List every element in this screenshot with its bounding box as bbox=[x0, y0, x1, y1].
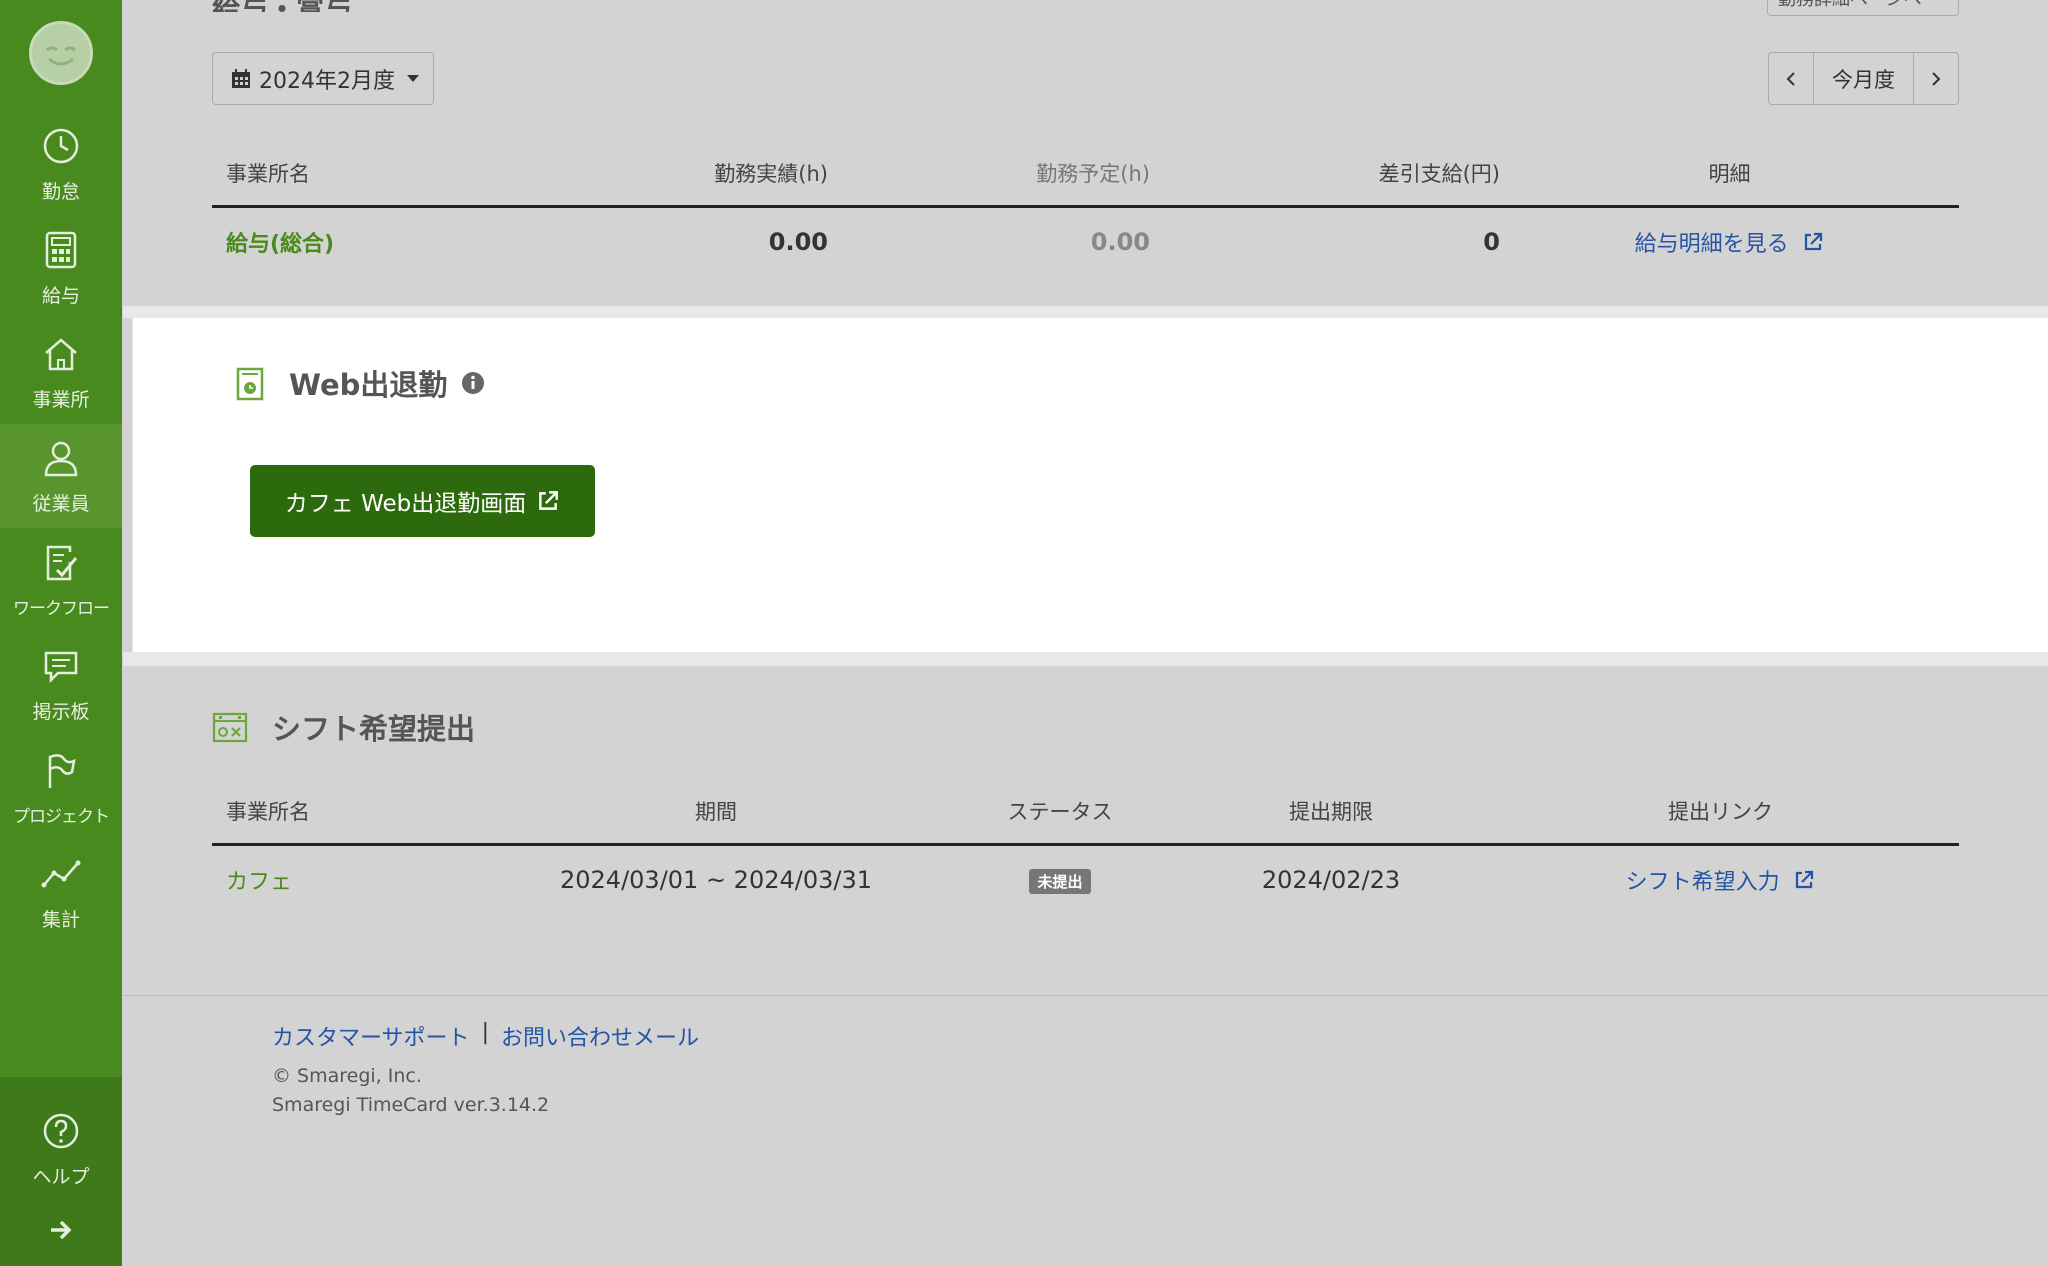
timecard-icon bbox=[236, 367, 264, 401]
row-actual-hours: 0.00 bbox=[768, 227, 828, 256]
row-net-pay: 0 bbox=[1483, 227, 1500, 256]
col-status: ステータス bbox=[940, 780, 1180, 846]
sidebar-item-label: プロジェクト bbox=[13, 806, 110, 827]
avatar[interactable] bbox=[29, 21, 93, 85]
col-actual-hours: 勤務実績(h) bbox=[562, 142, 828, 208]
sidebar-item-label: 事業所 bbox=[32, 388, 90, 411]
table-row: 給与(総合) 0.00 0.00 0 給与明細を見る bbox=[212, 206, 1959, 276]
col-submit-link: 提出リンク bbox=[1482, 780, 1959, 846]
chevron-left-icon bbox=[1786, 71, 1795, 86]
shift-request-link[interactable]: シフト希望入力 bbox=[1482, 844, 1959, 914]
row-planned-hours: 0.00 bbox=[1090, 227, 1150, 256]
sidebar-item-label: 従業員 bbox=[32, 492, 90, 515]
sidebar-item-summary[interactable]: 集計 bbox=[0, 840, 122, 944]
calendar-icon bbox=[232, 68, 250, 88]
line-chart-icon bbox=[41, 860, 81, 887]
clock-icon bbox=[43, 128, 79, 163]
calculator-icon bbox=[45, 231, 77, 268]
col-detail: 明細 bbox=[1500, 142, 1959, 208]
footer-copy: © Smaregi, Inc. Smaregi TimeCard ver.3.1… bbox=[272, 1062, 549, 1120]
next-month-button[interactable] bbox=[1914, 53, 1958, 104]
month-pager: 今月度 bbox=[1768, 52, 1959, 105]
sidebar-item-label: 集計 bbox=[41, 908, 80, 931]
contact-mail-link[interactable]: お問い合わせメール bbox=[501, 1020, 699, 1052]
shift-title-text: シフト希望提出 bbox=[272, 712, 476, 746]
col-net-pay: 差引支給(円) bbox=[1150, 142, 1500, 208]
chevron-down-icon bbox=[407, 75, 419, 82]
sidebar-item-payroll[interactable]: 給与 bbox=[0, 216, 122, 320]
status-badge: 未提出 bbox=[1029, 869, 1091, 895]
external-link-icon bbox=[1796, 870, 1814, 888]
row-status: 未提出 bbox=[940, 844, 1180, 914]
sidebar-item-label: 掲示板 bbox=[32, 700, 90, 723]
sidebar: 勤怠 給与 事業所 従業員 ワークフロー 掲示板 プロジェクト 集計 ヘルプ bbox=[0, 0, 122, 1266]
col-deadline: 提出期限 bbox=[1180, 780, 1482, 846]
sidebar-item-label: 給与 bbox=[41, 284, 80, 307]
web-clock-button-label: カフェ Web出退勤画面 bbox=[284, 491, 527, 517]
col-planned-hours: 勤務予定(h) bbox=[828, 142, 1150, 208]
question-icon bbox=[43, 1113, 79, 1148]
sidebar-item-office[interactable]: 事業所 bbox=[0, 320, 122, 424]
table-header-row: 事業所名 期間 ステータス 提出期限 提出リンク bbox=[212, 780, 1959, 846]
home-icon bbox=[45, 337, 77, 370]
version: Smaregi TimeCard ver.3.14.2 bbox=[272, 1094, 550, 1116]
sidebar-item-help[interactable]: ヘルプ bbox=[0, 1097, 122, 1201]
row-office-name: カフェ bbox=[226, 869, 293, 895]
col-office: 事業所名 bbox=[212, 142, 562, 208]
row-period: 2024/03/01 ~ 2024/03/31 bbox=[559, 865, 873, 894]
payroll-table: 事業所名 勤務実績(h) 勤務予定(h) 差引支給(円) 明細 給与(総合) 0… bbox=[212, 142, 1959, 276]
web-clock-title: Web出退勤 bbox=[235, 362, 485, 404]
customer-support-link[interactable]: カスタマーサポート bbox=[272, 1020, 470, 1052]
sidebar-item-board[interactable]: 掲示板 bbox=[0, 632, 122, 736]
web-clock-section: Web出退勤 カフェ Web出退勤画面 bbox=[123, 306, 2048, 666]
chevron-right-icon bbox=[1932, 71, 1941, 86]
footer-separator: | bbox=[481, 1020, 489, 1045]
payslip-link[interactable]: 給与明細を見る bbox=[1500, 206, 1959, 276]
main-content: 給与・賞与 勤務詳細ページへ 2024年2月度 今月度 事業所名 勤務実績(h)… bbox=[122, 0, 2048, 1266]
sidebar-item-label: ヘルプ bbox=[32, 1165, 90, 1188]
web-clock-title-text: Web出退勤 bbox=[289, 368, 448, 402]
external-link-icon bbox=[1805, 232, 1823, 250]
sidebar-item-attendance[interactable]: 勤怠 bbox=[0, 112, 122, 216]
payroll-section-title: 給与・賞与 bbox=[212, 0, 352, 12]
chat-icon bbox=[44, 651, 78, 683]
prev-month-button[interactable] bbox=[1769, 53, 1813, 104]
col-period: 期間 bbox=[492, 780, 940, 846]
checklist-icon bbox=[46, 545, 78, 580]
row-office-name: 給与(総合) bbox=[226, 231, 335, 257]
web-clock-button[interactable]: カフェ Web出退勤画面 bbox=[250, 465, 595, 537]
shift-table: 事業所名 期間 ステータス 提出期限 提出リンク カフェ 2024/03/01 … bbox=[212, 780, 1959, 914]
info-icon[interactable] bbox=[461, 371, 485, 395]
sidebar-item-label: ワークフロー bbox=[13, 598, 110, 619]
footer-links: カスタマーサポート | お問い合わせメール bbox=[272, 1020, 699, 1052]
table-row: カフェ 2024/03/01 ~ 2024/03/31 未提出 2024/02/… bbox=[212, 844, 1959, 914]
copyright: © Smaregi, Inc. bbox=[272, 1065, 422, 1087]
wink-face-icon bbox=[46, 46, 76, 66]
sidebar-bottom: ヘルプ bbox=[0, 1077, 122, 1266]
sidebar-item-label: 勤怠 bbox=[41, 180, 80, 203]
footer-divider bbox=[122, 995, 2048, 996]
table-header-row: 事業所名 勤務実績(h) 勤務予定(h) 差引支給(円) 明細 bbox=[212, 142, 1959, 208]
sidebar-item-employee[interactable]: 従業員 bbox=[0, 424, 122, 528]
arrow-right-icon[interactable] bbox=[49, 1219, 73, 1241]
sidebar-item-project[interactable]: プロジェクト bbox=[0, 736, 122, 840]
work-detail-button[interactable]: 勤務詳細ページへ bbox=[1767, 0, 1959, 16]
col-office: 事業所名 bbox=[212, 780, 492, 846]
row-deadline: 2024/02/23 bbox=[1261, 865, 1401, 894]
person-icon bbox=[44, 441, 78, 476]
current-month-button[interactable]: 今月度 bbox=[1813, 53, 1914, 104]
sidebar-item-workflow[interactable]: ワークフロー bbox=[0, 528, 122, 632]
external-link-icon bbox=[539, 491, 559, 510]
month-label: 2024年2月度 bbox=[259, 68, 395, 94]
shift-calendar-icon bbox=[212, 712, 248, 743]
shift-title: シフト希望提出 bbox=[212, 706, 475, 748]
flag-icon bbox=[48, 753, 76, 788]
month-selector[interactable]: 2024年2月度 bbox=[212, 52, 434, 105]
